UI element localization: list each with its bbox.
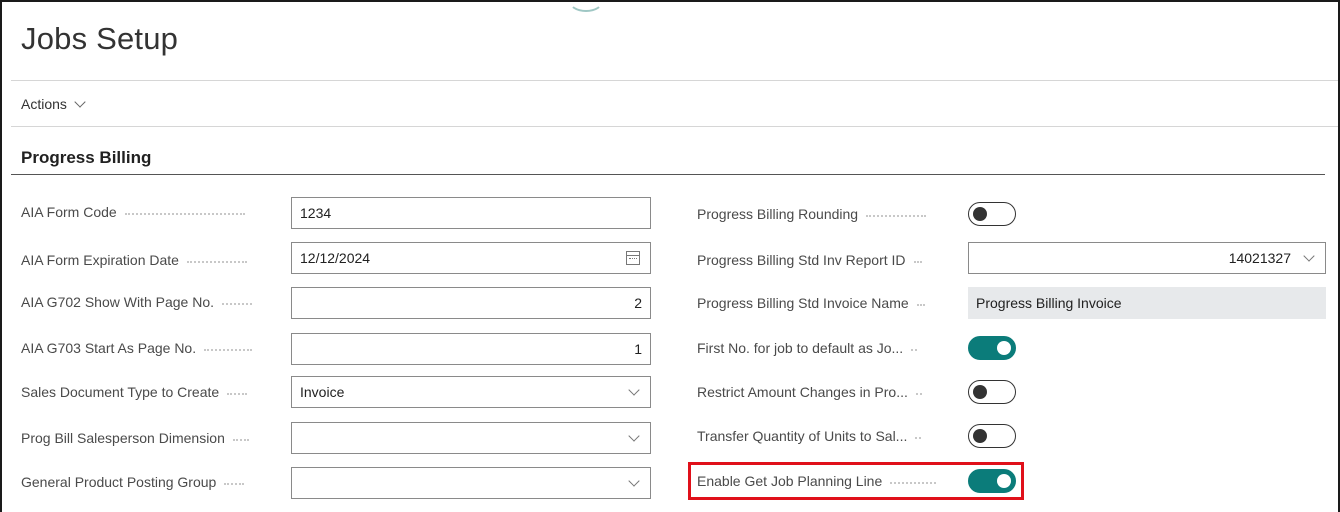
leader-dots [866,215,927,217]
sales-document-type-select[interactable]: Invoice [291,376,651,408]
field-label: AIA Form Code [21,204,117,220]
highlight-box [688,462,1024,500]
field-row-aia-form-expiration-date: AIA Form Expiration Date [21,244,279,276]
field-row-sales-document-type: Sales Document Type to Create [21,376,279,408]
app-window: Jobs Setup Actions Progress Billing AIA … [0,0,1340,512]
field-value: Invoice [300,384,345,400]
field-label: Progress Billing Std Inv Report ID [697,252,906,268]
divider [11,126,1338,127]
restrict-amount-changes-toggle[interactable] [968,380,1016,404]
progress-billing-std-inv-report-id-select[interactable]: 14021327 [968,242,1326,274]
field-label: Prog Bill Salesperson Dimension [21,430,225,446]
first-no-for-job-toggle[interactable] [968,336,1016,360]
field-value: 1234 [300,205,332,221]
aia-g703-start-as-page-no-input[interactable]: 1 [291,333,651,365]
progress-billing-std-invoice-name-value: Progress Billing Invoice [968,287,1326,319]
leader-dots [124,213,245,215]
field-value: Progress Billing Invoice [976,295,1122,311]
field-value: 1 [634,341,642,357]
field-row-progress-billing-std-inv-report-id: Progress Billing Std Inv Report ID [697,244,959,276]
chevron-down-icon [628,474,640,487]
aia-g702-show-with-page-no-input[interactable]: 2 [291,287,651,319]
leader-dots [227,393,248,395]
actions-label: Actions [21,96,67,112]
field-label: First No. for job to default as Jo... [697,340,904,356]
leader-dots [913,261,922,263]
divider [11,80,1338,81]
field-row-restrict-amount-changes: Restrict Amount Changes in Pro... [697,376,959,408]
leader-dots [186,261,247,263]
field-label: Transfer Quantity of Units to Sal... [697,428,908,444]
leader-dots [915,437,922,439]
field-row-aia-g703-start-as-page-no: AIA G703 Start As Page No. [21,332,279,364]
prog-bill-salesperson-dimension-select[interactable] [291,422,651,454]
scroll-indicator-arc [568,0,604,12]
field-row-aia-form-code: AIA Form Code [21,196,279,228]
field-label: Progress Billing Std Invoice Name [697,295,909,311]
leader-dots [204,349,253,351]
field-row-first-no-for-job: First No. for job to default as Jo... [697,332,959,364]
field-row-aia-g702-show-with-page-no: AIA G702 Show With Page No. [21,286,279,318]
field-value: 12/12/2024 [300,250,371,266]
field-row-prog-bill-salesperson-dimension: Prog Bill Salesperson Dimension [21,422,279,454]
page-title: Jobs Setup [21,21,179,56]
field-label: General Product Posting Group [21,474,217,490]
section-divider [11,174,1325,175]
field-row-progress-billing-std-invoice-name: Progress Billing Std Invoice Name [697,287,959,319]
field-label: Restrict Amount Changes in Pro... [697,384,908,400]
field-label: AIA G702 Show With Page No. [21,294,214,310]
toggle-knob [973,385,987,399]
leader-dots [232,439,249,441]
toggle-knob [973,429,987,443]
calendar-icon[interactable] [626,251,640,265]
chevron-down-icon [74,95,86,108]
general-product-posting-group-select[interactable] [291,467,651,499]
chevron-down-icon [628,383,640,396]
field-row-transfer-quantity-of-units: Transfer Quantity of Units to Sal... [697,420,959,452]
aia-form-expiration-date-input[interactable]: 12/12/2024 [291,242,651,274]
field-label: AIA G703 Start As Page No. [21,340,197,356]
leader-dots [915,393,922,395]
field-row-progress-billing-rounding: Progress Billing Rounding [697,198,959,230]
field-label: Sales Document Type to Create [21,384,220,400]
chevron-down-icon [1303,249,1315,262]
field-value: 2 [634,295,642,311]
toggle-knob [997,341,1011,355]
field-label: Progress Billing Rounding [697,206,859,222]
transfer-quantity-of-units-toggle[interactable] [968,424,1016,448]
field-value: 14021327 [1228,250,1291,266]
section-title: Progress Billing [21,148,152,167]
toggle-knob [973,207,987,221]
actions-menu-button[interactable]: Actions [21,95,86,112]
chevron-down-icon [628,429,640,442]
progress-billing-rounding-toggle[interactable] [968,202,1016,226]
leader-dots [911,349,918,351]
field-label: AIA Form Expiration Date [21,252,179,268]
leader-dots [916,304,925,306]
leader-dots [222,303,252,305]
field-row-general-product-posting-group: General Product Posting Group [21,466,279,498]
aia-form-code-input[interactable]: 1234 [291,197,651,229]
leader-dots [224,483,245,485]
